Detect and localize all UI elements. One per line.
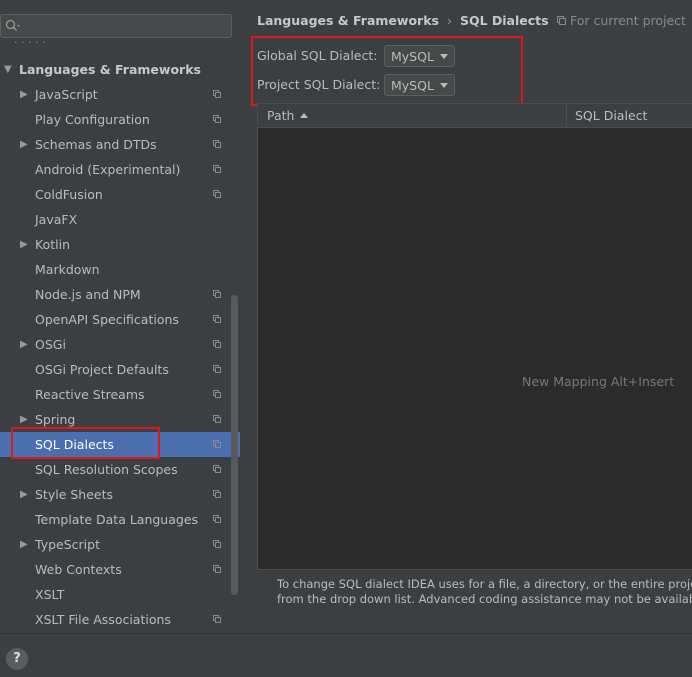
project-scope-icon	[213, 365, 221, 373]
sidebar-item-label: Template Data Languages	[35, 512, 199, 527]
sidebar-item-markdown[interactable]: Markdown	[0, 257, 240, 282]
project-scope-icon	[213, 615, 221, 623]
breadcrumb-current: SQL Dialects	[459, 13, 549, 28]
sidebar-item-template-data-languages[interactable]: Template Data Languages	[0, 507, 240, 532]
sidebar-item-sql-resolution-scopes[interactable]: SQL Resolution Scopes	[0, 457, 240, 482]
sidebar-item-xslt[interactable]: XSLT	[0, 582, 240, 607]
sidebar-item-label: Kotlin	[35, 237, 70, 252]
column-header-path[interactable]: Path	[267, 104, 309, 127]
sidebar-item-coldfusion[interactable]: ColdFusion	[0, 182, 240, 207]
help-line-1: To change SQL dialect IDEA uses for a fi…	[277, 577, 692, 591]
scope-note-label: For current project	[570, 13, 686, 28]
help-description: To change SQL dialect IDEA uses for a fi…	[277, 577, 692, 607]
sidebar-item-osgi-project-defaults[interactable]: OSGi Project Defaults	[0, 357, 240, 382]
project-scope-icon	[213, 115, 221, 123]
sidebar-item-label: Style Sheets	[35, 487, 114, 502]
sidebar-item-label: JavaScript	[35, 87, 98, 102]
settings-search-input[interactable]	[0, 14, 232, 38]
project-scope-icon	[213, 390, 221, 398]
sidebar-item-label: XSLT	[35, 587, 65, 602]
sidebar-item-label: OpenAPI Specifications	[35, 312, 179, 327]
sidebar-item-label: XSLT File Associations	[35, 612, 171, 627]
sidebar-item-openapi-specifications[interactable]: OpenAPI Specifications	[0, 307, 240, 332]
sort-ascending-icon	[300, 113, 309, 118]
sidebar-item-label: ColdFusion	[35, 187, 103, 202]
project-scope-icon	[213, 415, 221, 423]
project-scope-icon	[213, 465, 221, 473]
table-empty-text: New Mapping Alt+Insert	[522, 374, 675, 389]
search-icon	[5, 19, 21, 33]
sidebar-item-label: Schemas and DTDs	[35, 137, 157, 152]
chevron-down-icon[interactable]: ▼	[4, 57, 12, 82]
help-button[interactable]: ?	[6, 648, 28, 670]
sidebar-item-schemas-and-dtds[interactable]: ▶ Schemas and DTDs	[0, 132, 240, 157]
chevron-right-icon[interactable]: ▶	[20, 232, 28, 257]
breadcrumb: Languages & Frameworks › SQL Dialects	[257, 13, 549, 28]
chevron-right-icon[interactable]: ▶	[20, 482, 28, 507]
project-scope-icon	[213, 440, 221, 448]
sidebar-item-play-configuration[interactable]: Play Configuration	[0, 107, 240, 132]
project-scope-icon	[213, 565, 221, 573]
column-divider[interactable]	[566, 104, 567, 127]
sidebar-item-typescript[interactable]: ▶ TypeScript	[0, 532, 240, 557]
sidebar-item-javafx[interactable]: JavaFX	[0, 207, 240, 232]
sidebar-item-label: Markdown	[35, 262, 100, 277]
project-scope-icon	[213, 490, 221, 498]
highlight-box-dialect-selectors	[251, 36, 523, 106]
sidebar-item-style-sheets[interactable]: ▶ Style Sheets	[0, 482, 240, 507]
sidebar-item-label: SQL Resolution Scopes	[35, 462, 178, 477]
project-scope-icon	[213, 90, 221, 98]
sidebar-item-label: Node.js and NPM	[35, 287, 141, 302]
project-scope-icon	[213, 290, 221, 298]
sidebar-item-label: TypeScript	[35, 537, 100, 552]
sidebar-item-label: Play Configuration	[35, 112, 150, 127]
sidebar-item-label: OSGi	[35, 337, 66, 352]
sidebar-item-label: JavaFX	[35, 212, 78, 227]
sidebar-item-label: Web Contexts	[35, 562, 122, 577]
dialect-mapping-table[interactable]: Path SQL Dialect New Mapping Alt+Insert	[257, 103, 692, 570]
sidebar-item-xslt-file-associations[interactable]: XSLT File Associations	[0, 607, 240, 632]
sidebar-item-javascript[interactable]: ▶ JavaScript	[0, 82, 240, 107]
settings-sidebar: · · · · · ▼ Languages & Frameworks ▶ JavaSc…	[0, 0, 240, 633]
breadcrumb-parent[interactable]: Languages & Frameworks	[257, 13, 439, 28]
sidebar-item-label: OSGi Project Defaults	[35, 362, 169, 377]
dialog-footer: ?	[0, 633, 692, 677]
sidebar-item-label: Languages & Frameworks	[19, 62, 201, 77]
sidebar-item-languages-frameworks[interactable]: ▼ Languages & Frameworks	[0, 57, 240, 82]
highlight-box-sql-dialects	[11, 427, 160, 459]
sidebar-item-kotlin[interactable]: ▶ Kotlin	[0, 232, 240, 257]
project-scope-icon	[557, 16, 566, 25]
partial-tree-item: · · · · ·	[14, 40, 174, 46]
project-scope-icon	[213, 315, 221, 323]
project-scope-icon	[213, 140, 221, 148]
project-scope-icon	[213, 340, 221, 348]
settings-content: Languages & Frameworks › SQL Dialects For …	[240, 0, 692, 633]
sidebar-item-osgi[interactable]: ▶ OSGi	[0, 332, 240, 357]
breadcrumb-separator: ›	[446, 13, 452, 28]
sidebar-item-web-contexts[interactable]: Web Contexts	[0, 557, 240, 582]
sidebar-scrollbar[interactable]	[231, 295, 238, 595]
sidebar-item-node-js-and-npm[interactable]: Node.js and NPM	[0, 282, 240, 307]
help-line-2: from the drop down list. Advanced coding…	[277, 592, 692, 606]
chevron-right-icon[interactable]: ▶	[20, 532, 28, 557]
project-scope-icon	[213, 515, 221, 523]
project-scope-icon	[213, 540, 221, 548]
scope-note: For current project	[557, 13, 686, 28]
chevron-right-icon[interactable]: ▶	[20, 332, 28, 357]
project-scope-icon	[213, 190, 221, 198]
project-scope-icon	[213, 165, 221, 173]
sidebar-item-android-experimental[interactable]: Android (Experimental)	[0, 157, 240, 182]
chevron-right-icon[interactable]: ▶	[20, 132, 28, 157]
sidebar-item-label: Android (Experimental)	[35, 162, 181, 177]
column-header-path-label: Path	[267, 108, 295, 123]
sidebar-item-label: Reactive Streams	[35, 387, 145, 402]
column-header-sql-dialect[interactable]: SQL Dialect	[575, 104, 647, 127]
settings-tree: ▼ Languages & Frameworks ▶ JavaScript Play C…	[0, 57, 240, 632]
table-header: Path SQL Dialect	[258, 104, 692, 128]
chevron-right-icon[interactable]: ▶	[20, 82, 28, 107]
sidebar-item-reactive-streams[interactable]: Reactive Streams	[0, 382, 240, 407]
